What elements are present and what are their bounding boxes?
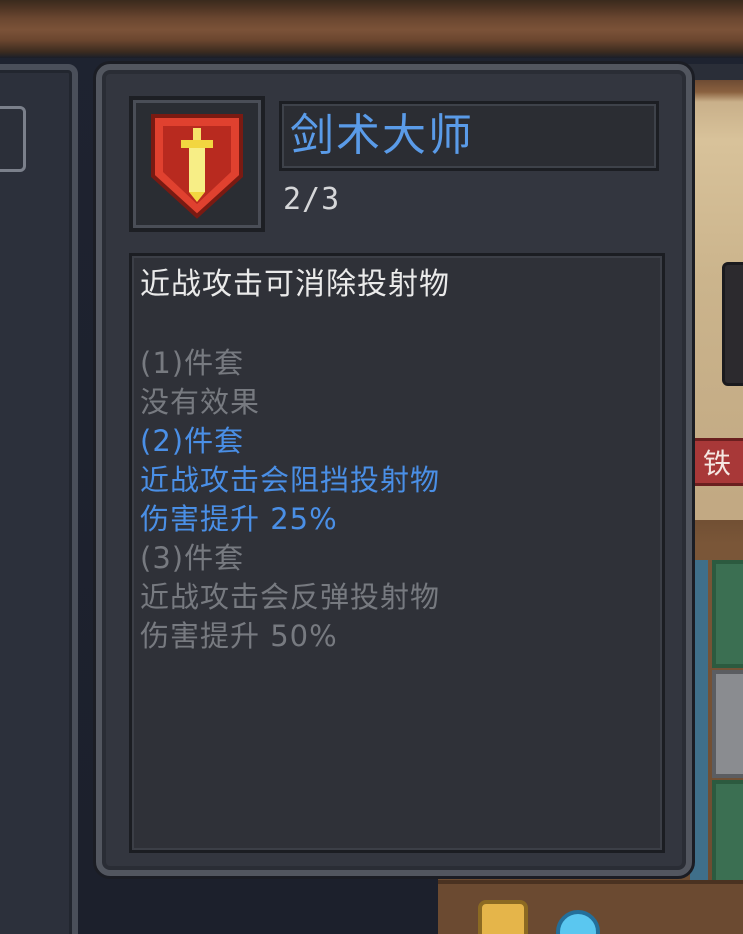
lock-icon[interactable] bbox=[478, 900, 528, 934]
floor-tile bbox=[690, 560, 708, 890]
left-side-panel bbox=[0, 64, 78, 934]
shop-item[interactable] bbox=[722, 262, 743, 386]
set-2-header: (2)件套 bbox=[140, 424, 245, 458]
skill-level: 2/3 bbox=[283, 182, 341, 217]
set-3-header: (3)件套 bbox=[140, 541, 245, 575]
skill-icon-frame bbox=[129, 96, 265, 232]
inventory-slot[interactable] bbox=[712, 560, 743, 668]
left-panel-button[interactable] bbox=[0, 106, 26, 172]
set-3-effect: 近战攻击会反弹投射物 bbox=[140, 580, 441, 614]
skill-description: 近战攻击可消除投射物 bbox=[140, 267, 450, 302]
skill-name-box: 剑术大师 bbox=[279, 101, 659, 171]
set-2-damage: 伤害提升 25% bbox=[140, 502, 338, 536]
skill-description-box: 近战攻击可消除投射物 (1)件套 没有效果 (2)件套 近战攻击会阻挡投射物 伤… bbox=[129, 253, 665, 853]
inventory-slot[interactable] bbox=[712, 670, 743, 778]
item-tag-label: 铁 bbox=[703, 447, 732, 480]
top-wooden-beam bbox=[0, 0, 743, 58]
set-2-effect: 近战攻击会阻挡投射物 bbox=[140, 463, 441, 497]
set-1-header: (1)件套 bbox=[140, 346, 245, 380]
skill-tooltip: 剑术大师 2/3 近战攻击可消除投射物 (1)件套 没有效果 (2)件套 近战攻… bbox=[96, 64, 692, 876]
sword-crest-icon bbox=[151, 114, 243, 219]
set-3-damage: 伤害提升 50% bbox=[140, 619, 338, 653]
inventory-slot[interactable] bbox=[712, 780, 743, 888]
skill-name: 剑术大师 bbox=[290, 110, 474, 161]
item-price-tag: 铁 bbox=[692, 438, 743, 486]
game-screen: 铁 剑术大师 2/3 近战攻击可消除投射物 (1)件套 没有效果 (2)件套 近… bbox=[0, 0, 743, 934]
set-1-effect: 没有效果 bbox=[140, 385, 261, 419]
